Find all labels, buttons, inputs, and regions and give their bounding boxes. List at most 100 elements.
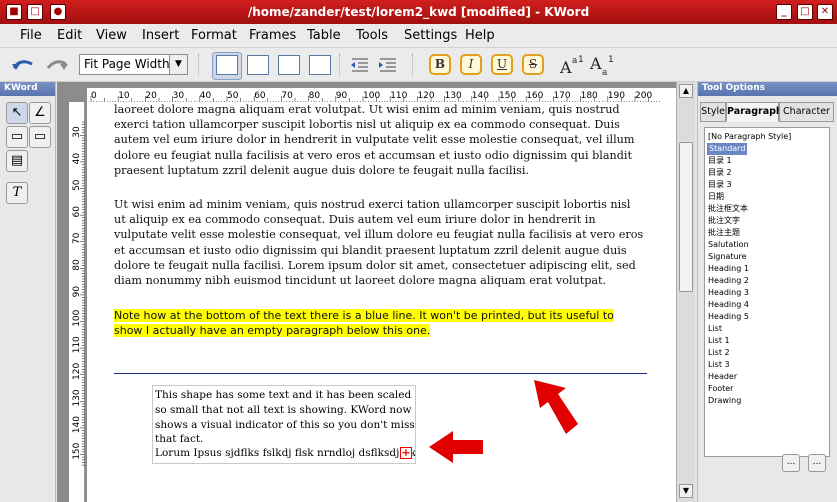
style-list-item[interactable]: Salutation — [708, 239, 749, 251]
scroll-down-icon[interactable]: ▼ — [679, 484, 693, 498]
page-layout-4-icon[interactable] — [309, 55, 331, 75]
style-list-item[interactable]: 日期 — [708, 191, 724, 203]
style-list-item[interactable]: 目录 2 — [708, 167, 732, 179]
svg-text:1: 1 — [578, 55, 584, 65]
style-list-item[interactable]: List — [708, 323, 722, 335]
style-more-button[interactable]: ... — [808, 454, 826, 472]
ruler-label: 120 — [417, 91, 434, 101]
title-bar[interactable]: ■ □ ● /home/zander/test/lorem2_kwd [modi… — [0, 0, 837, 24]
style-list-item[interactable]: 目录 1 — [708, 155, 732, 167]
strikethrough-button[interactable]: S — [522, 54, 544, 75]
style-list-item[interactable]: Heading 1 — [708, 263, 749, 275]
menu-format[interactable]: Format — [191, 28, 237, 43]
ruler-label: 180 — [581, 91, 598, 101]
menu-tools[interactable]: Tools — [356, 28, 388, 43]
decrease-indent-icon[interactable] — [346, 52, 374, 78]
style-list[interactable]: [No Paragraph Style] Standard 目录 1 目录 2 目录 3… — [704, 127, 830, 457]
vertical-ruler-ticks: 30 40 50 60 70 80 90 100 110 120 130 140 150 — [72, 121, 85, 466]
minimize-icon[interactable]: _ — [776, 4, 792, 20]
tab-style[interactable]: Style — [700, 102, 726, 122]
italic-button[interactable]: I — [460, 54, 482, 75]
ruler-label: 10 — [118, 91, 130, 101]
menu-edit[interactable]: Edit — [57, 28, 82, 43]
highlighted-paragraph[interactable]: Note how at the bottom of the text there… — [114, 308, 644, 338]
maximize-icon[interactable]: □ — [797, 4, 813, 20]
menu-help[interactable]: Help — [465, 28, 495, 43]
frame-tool-icon[interactable]: ▭ — [6, 126, 28, 148]
page-frame-icon[interactable]: ▭ — [29, 126, 51, 148]
red-arrow-up-icon — [534, 380, 578, 434]
paragraph-1[interactable]: laoreet dolore magna aliquam erat volutp… — [114, 102, 644, 178]
left-panel-title: KWord — [0, 82, 55, 96]
style-list-item[interactable]: Footer — [708, 383, 733, 395]
increase-indent-icon[interactable] — [374, 52, 402, 78]
menu-settings[interactable]: Settings — [404, 28, 457, 43]
style-list-item[interactable]: Heading 4 — [708, 299, 749, 311]
shape-text: This shape has some text and it has been… — [155, 389, 415, 446]
menu-bar: File Edit View Insert Format Frames Tabl… — [0, 24, 837, 48]
paragraph-2[interactable]: Ut wisi enim ad minim veniam, quis nostr… — [114, 197, 644, 288]
ruler-label: 60 — [254, 91, 266, 101]
page-layout-3-icon[interactable] — [278, 55, 300, 75]
menu-insert[interactable]: Insert — [142, 28, 179, 43]
vruler-label: 30 — [72, 126, 82, 138]
document-canvas[interactable]: 0 10 20 30 40 50 60 70 80 90 100 110 120 130 140 150 160… — [57, 82, 695, 502]
menu-frames[interactable]: Frames — [249, 28, 296, 43]
style-list-item[interactable]: List 1 — [708, 335, 730, 347]
style-list-item[interactable]: List 2 — [708, 347, 730, 359]
toolbar-separator — [339, 54, 341, 76]
style-options-button[interactable]: ... — [782, 454, 800, 472]
text-tool-icon[interactable]: T — [6, 182, 28, 204]
window-title: /home/zander/test/lorem2_kwd [modified] … — [247, 5, 590, 19]
style-list-item[interactable]: Heading 2 — [708, 275, 749, 287]
scrollbar-thumb[interactable] — [679, 142, 693, 292]
ruler-label: 190 — [608, 91, 625, 101]
toolbar-separator — [198, 54, 200, 76]
menu-table[interactable]: Table — [307, 28, 341, 43]
page-layout-2-icon[interactable] — [247, 55, 269, 75]
vruler-label: 60 — [72, 206, 82, 218]
vruler-label: 100 — [72, 309, 82, 326]
text-shape[interactable]: This shape has some text and it has been… — [152, 385, 416, 464]
close-icon[interactable]: ✕ — [817, 4, 833, 20]
undo-icon[interactable] — [10, 52, 38, 78]
vertical-ruler[interactable]: 30 40 50 60 70 80 90 100 110 120 130 140 150 — [69, 102, 85, 502]
style-list-item[interactable]: 批注文字 — [708, 215, 740, 227]
superscript-icon[interactable]: Aa1 — [557, 52, 585, 78]
style-list-item[interactable]: Heading 5 — [708, 311, 749, 323]
vruler-label: 140 — [72, 416, 82, 433]
select-tool-icon[interactable]: ↖ — [6, 102, 28, 124]
blue-paragraph-line — [114, 373, 647, 374]
style-list-item[interactable]: 批注主题 — [708, 227, 740, 239]
tool-options-panel: Tool Options Style Paragraph Character [… — [697, 82, 837, 502]
style-list-item[interactable]: Signature — [708, 251, 747, 263]
tab-paragraph[interactable]: Paragraph — [726, 102, 783, 122]
scroll-up-icon[interactable]: ▲ — [679, 84, 693, 98]
page-layout-1-icon[interactable] — [216, 55, 238, 75]
style-list-item[interactable]: [No Paragraph Style] — [708, 131, 791, 143]
style-list-item[interactable]: Header — [708, 371, 737, 383]
gradient-tool-icon[interactable]: ▤ — [6, 150, 28, 172]
style-list-item[interactable]: Standard — [707, 143, 748, 155]
subscript-icon[interactable]: Aa1 — [587, 52, 615, 78]
style-list-item[interactable]: 目录 3 — [708, 179, 732, 191]
style-list-item[interactable]: Heading 3 — [708, 287, 749, 299]
vertical-scrollbar[interactable]: ▲ ▼ — [676, 82, 695, 502]
ruler-label: 150 — [499, 91, 516, 101]
style-list-item[interactable]: Drawing — [708, 395, 741, 407]
menu-view[interactable]: View — [96, 28, 127, 43]
style-list-item[interactable]: 批注框文本 — [708, 203, 748, 215]
text-overflow-indicator-icon[interactable]: + — [400, 447, 412, 459]
tab-character[interactable]: Character — [779, 102, 834, 122]
angle-tool-icon[interactable]: ∠ — [29, 102, 51, 124]
style-list-item[interactable]: List 3 — [708, 359, 730, 371]
zoom-select[interactable]: Fit Page Width ▼ — [79, 54, 188, 75]
document-page[interactable]: laoreet dolore magna aliquam erat volutp… — [87, 102, 677, 502]
redo-icon[interactable] — [42, 52, 70, 78]
ruler-label: 160 — [526, 91, 543, 101]
ruler-label: 110 — [390, 91, 407, 101]
bold-button[interactable]: B — [429, 54, 451, 75]
menu-file[interactable]: File — [20, 28, 42, 43]
ruler-label: 90 — [336, 91, 348, 101]
underline-button[interactable]: U — [491, 54, 513, 75]
